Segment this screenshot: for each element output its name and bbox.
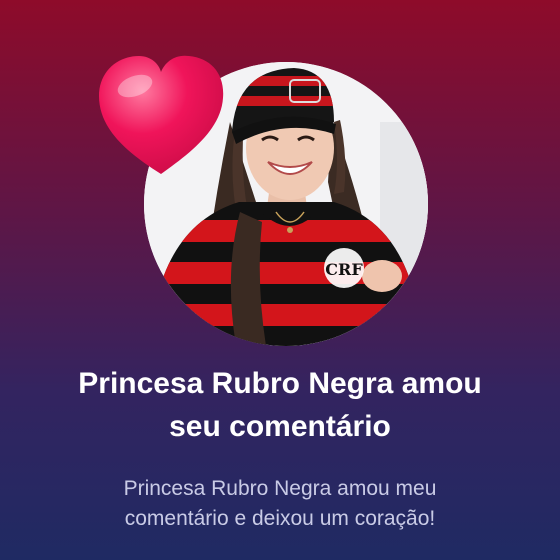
- notification-title: Princesa Rubro Negra amou seu comentário: [0, 362, 560, 448]
- heart-icon: [99, 55, 224, 174]
- notification-message: Princesa Rubro Negra amou meu comentário…: [0, 474, 560, 534]
- notification-card: CRF Princesa Rubro Negra amou seu coment…: [0, 0, 560, 560]
- notification-message-line2: comentário e deixou um coração!: [124, 507, 436, 530]
- notification-title-line2: seu comentário: [169, 410, 391, 443]
- notification-title-line1: Princesa Rubro Negra amou: [78, 367, 482, 400]
- shirt-crest: CRF: [325, 260, 363, 279]
- notification-message-line1: Princesa Rubro Negra amou meu: [123, 477, 437, 500]
